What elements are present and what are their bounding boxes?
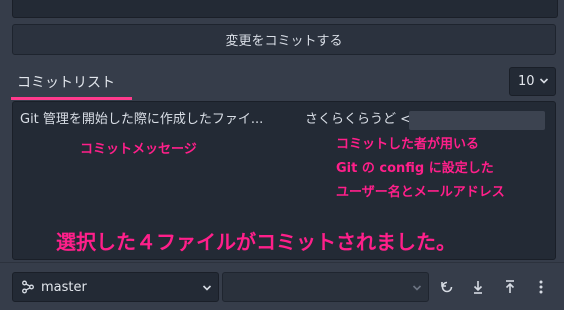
tab-underline	[11, 97, 132, 100]
annotation-config-line1: コミットした者が用いる	[336, 137, 480, 152]
branch-icon	[22, 280, 34, 294]
annotation-result: 選択した４ファイルがコミットされました。	[56, 230, 456, 254]
push-icon	[505, 280, 515, 293]
redacted-email	[409, 111, 545, 130]
branch-select[interactable]: master	[12, 272, 219, 302]
annotation-config-line3: ユーザー名とメールアドレス	[336, 185, 505, 200]
commit-message: Git 管理を開始した際に作成したファイ...	[20, 112, 264, 127]
refresh-button[interactable]	[436, 276, 458, 298]
commit-changes-button[interactable]: 変更をコミットする	[12, 24, 556, 55]
more-button[interactable]	[530, 276, 552, 298]
chevron-down-icon	[412, 285, 422, 291]
changes-panel	[12, 0, 558, 18]
commit-count-select[interactable]: 10	[509, 67, 556, 96]
commit-list-tab[interactable]: コミットリスト	[17, 72, 115, 92]
branch-name: master	[41, 279, 87, 295]
pull-icon	[473, 281, 483, 294]
refresh-icon	[441, 281, 453, 293]
chevron-down-icon	[202, 285, 212, 291]
commit-author: さくらくらうど <	[305, 112, 412, 127]
more-icon	[539, 280, 543, 294]
git-panel: 変更をコミットする コミットリスト 10 Git 管理を開始した際に作成したファ…	[0, 0, 564, 310]
annotation-config-line2: Git の config に設定した	[336, 161, 494, 176]
pull-button[interactable]	[467, 276, 489, 298]
push-button[interactable]	[499, 276, 521, 298]
annotation-commit-message: コミットメッセージ	[80, 142, 197, 157]
chevron-down-icon	[539, 78, 549, 84]
bottom-bar-divider	[0, 262, 564, 263]
commit-count-value: 10	[518, 74, 535, 89]
remote-select[interactable]	[222, 272, 429, 302]
